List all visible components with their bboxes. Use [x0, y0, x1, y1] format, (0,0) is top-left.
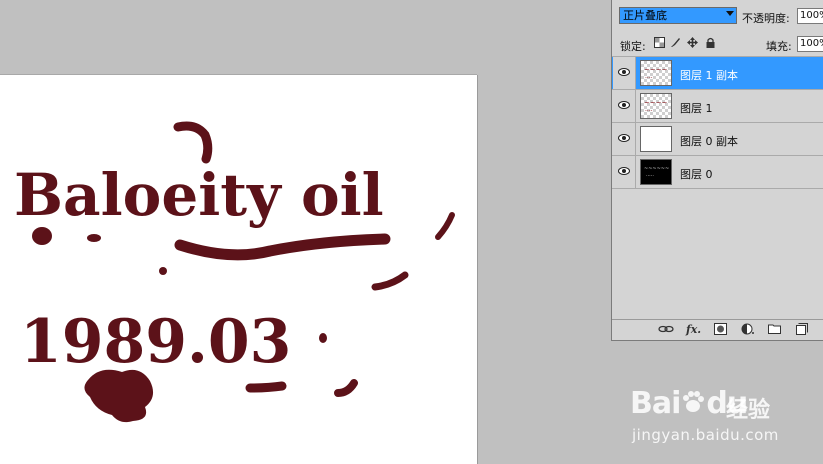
visibility-toggle[interactable]	[613, 123, 636, 155]
lock-move-icon[interactable]	[687, 37, 698, 48]
blend-row: 正片叠底 不透明度: 100%	[612, 4, 823, 26]
svg-text:~~~~: ~~~~	[644, 66, 668, 74]
layer-name[interactable]: 图层 0 副本	[680, 133, 738, 149]
baidu-watermark: Bai du 经验 jingyan.baidu.com	[630, 376, 820, 446]
layer-name[interactable]: 图层 1	[680, 100, 713, 116]
layer-thumbnail: ~~~~ ····	[640, 93, 672, 119]
splatter-dot	[87, 234, 101, 242]
svg-text:····: ····	[645, 75, 653, 82]
layer-list: ~~~~···· 图层 1 副本 ~~~~···· 图层 1 图层 0 副本	[612, 56, 823, 189]
visibility-toggle[interactable]	[613, 57, 636, 89]
lock-label: 锁定:	[620, 40, 646, 53]
visibility-toggle[interactable]	[613, 90, 636, 122]
watermark-product: 经验	[726, 398, 771, 423]
fx-icon[interactable]: fx.	[686, 323, 701, 336]
layer-name[interactable]: 图层 0	[680, 166, 713, 182]
watermark-url: jingyan.baidu.com	[632, 426, 779, 444]
layer-thumbnail: ~~~~~~ ·····	[640, 159, 672, 185]
eye-icon	[618, 68, 630, 76]
layer-row[interactable]: ~~~~ ···· 图层 1	[612, 89, 823, 122]
lock-brush-icon[interactable]	[670, 37, 681, 48]
blend-mode-value: 正片叠底	[623, 9, 667, 22]
layer-row[interactable]: ~~~~~~ ····· 图层 0	[612, 155, 823, 189]
splatter-dot	[319, 333, 327, 343]
svg-text:~~~~~~: ~~~~~~	[644, 166, 669, 172]
layer-name[interactable]: 图层 1 副本	[680, 67, 738, 83]
splatter-dash	[245, 381, 287, 393]
svg-text:~~~~: ~~~~	[644, 99, 668, 107]
opacity-input[interactable]: 100%	[797, 8, 823, 24]
layer-thumbnail: ~~~~ ····	[640, 60, 672, 86]
splatter-dash	[371, 271, 409, 291]
splatter-underline	[174, 233, 391, 261]
eye-icon	[618, 167, 630, 175]
folder-icon[interactable]	[768, 323, 781, 337]
canvas-artwork: Baloeity oil 1989.03	[14, 121, 455, 423]
layers-panel-footer: fx.	[612, 319, 823, 340]
lock-all-icon[interactable]	[705, 37, 716, 48]
mask-icon[interactable]	[714, 323, 727, 338]
splatter-dash	[334, 379, 358, 397]
document-canvas[interactable]: Baloeity oil 1989.03	[0, 75, 477, 464]
splatter-dash	[435, 212, 455, 240]
eye-icon	[618, 134, 630, 142]
layer-row[interactable]: ~~~~ ···· 图层 1 副本	[612, 56, 823, 89]
lock-transparency-icon[interactable]	[654, 37, 665, 48]
paw-icon	[683, 391, 705, 412]
layer-row[interactable]: 图层 0 副本	[612, 122, 823, 155]
visibility-toggle[interactable]	[613, 156, 636, 188]
link-icon[interactable]	[658, 323, 674, 338]
canvas-text-line1: Baloeity oil	[14, 161, 384, 229]
watermark-brand-prefix: Bai	[630, 386, 681, 421]
svg-text:·····: ·····	[646, 173, 654, 179]
layer-thumbnail	[640, 126, 672, 152]
fill-input[interactable]: 100%	[797, 36, 823, 52]
layers-panel: 正片叠底 不透明度: 100% 锁定: 填充: 100% ~~~~····	[611, 0, 823, 341]
svg-text:····: ····	[645, 108, 653, 115]
chevron-down-icon[interactable]	[726, 11, 734, 16]
blend-mode-select[interactable]: 正片叠底	[619, 7, 737, 24]
new-layer-icon[interactable]	[796, 323, 808, 338]
opacity-label: 不透明度:	[742, 12, 790, 25]
splatter-dot	[159, 267, 167, 275]
canvas-text-line2: 1989.03	[20, 307, 291, 377]
fill-label: 填充:	[766, 40, 792, 53]
lock-row: 锁定: 填充:	[612, 32, 823, 54]
adjustment-icon[interactable]	[741, 323, 755, 338]
splatter-dot	[32, 227, 52, 245]
eye-icon	[618, 101, 630, 109]
splatter-top	[173, 121, 213, 164]
splatter-blot	[84, 369, 154, 423]
